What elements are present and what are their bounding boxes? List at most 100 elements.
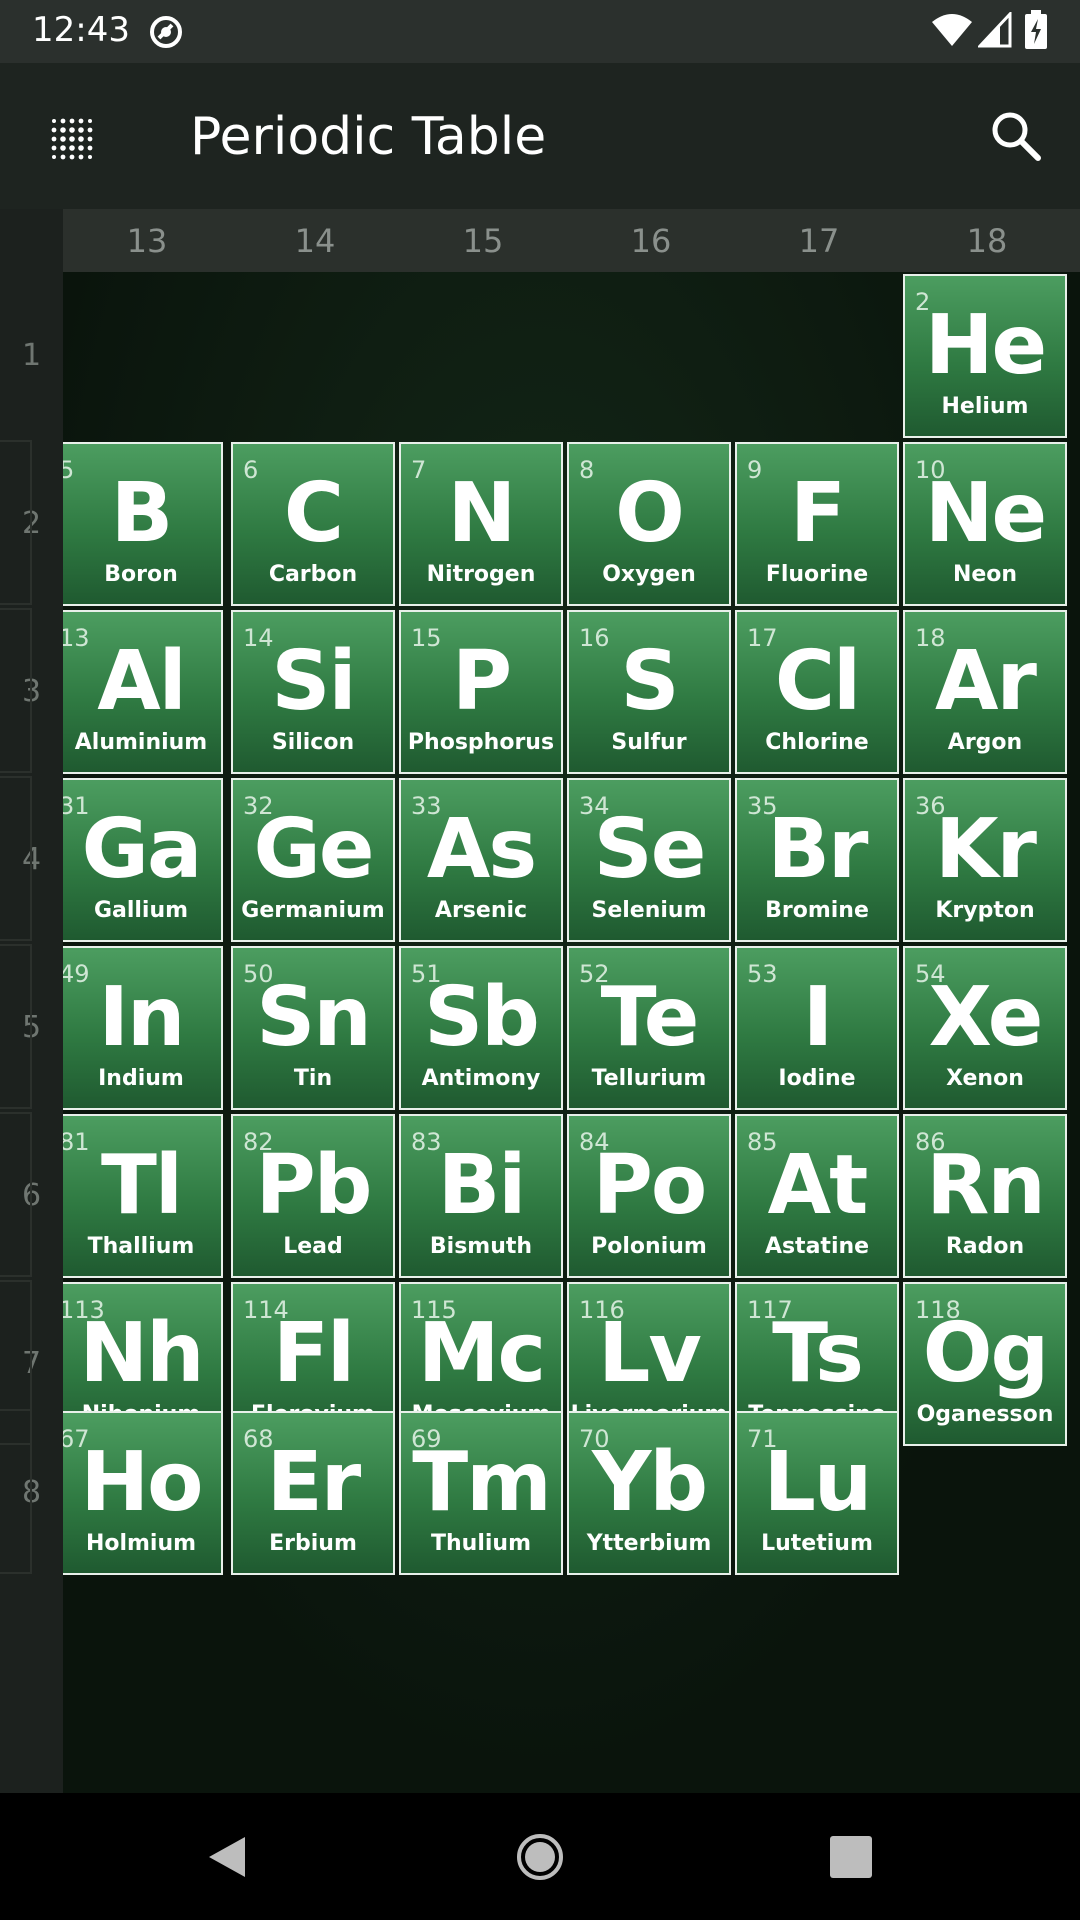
element-name: Selenium bbox=[591, 898, 707, 923]
element-symbol: C bbox=[283, 466, 344, 561]
element-symbol: Er bbox=[266, 1435, 361, 1530]
element-name: Lutetium bbox=[761, 1531, 873, 1556]
element-symbol: I bbox=[802, 970, 834, 1065]
period-strip bbox=[0, 440, 32, 605]
status-time: 12:43 bbox=[32, 10, 130, 50]
element-tile-nitrogen[interactable]: 7 N Nitrogen bbox=[399, 442, 563, 606]
element-name: Argon bbox=[947, 730, 1023, 755]
element-tile-radon[interactable]: 86 Rn Radon bbox=[903, 1114, 1067, 1278]
element-tile-arsenic[interactable]: 33 As Arsenic bbox=[399, 778, 563, 942]
element-symbol: Se bbox=[593, 802, 707, 897]
element-symbol: Fl bbox=[272, 1306, 355, 1401]
element-tile-tellurium[interactable]: 52 Te Tellurium bbox=[567, 946, 731, 1110]
element-name: Krypton bbox=[935, 898, 1035, 923]
navigation-bar bbox=[0, 1793, 1080, 1920]
element-name: Holmium bbox=[85, 1531, 197, 1556]
element-tile-krypton[interactable]: 36 Kr Krypton bbox=[903, 778, 1067, 942]
element-tile-germanium[interactable]: 32 Ge Germanium bbox=[231, 778, 395, 942]
element-tile-fluorine[interactable]: 9 F Fluorine bbox=[735, 442, 899, 606]
wifi-icon bbox=[932, 14, 972, 46]
element-name: Gallium bbox=[93, 898, 189, 923]
element-tile-holmium[interactable]: 67 Ho Holmium bbox=[59, 1411, 223, 1575]
group-label: 18 bbox=[966, 222, 1008, 260]
period-label: 1 bbox=[21, 338, 42, 373]
element-symbol: Ga bbox=[81, 802, 203, 897]
element-symbol: Sb bbox=[424, 970, 540, 1065]
element-tile-aluminium[interactable]: 13 Al Aluminium bbox=[59, 610, 223, 774]
sync-icon bbox=[150, 16, 182, 48]
element-name: Neon bbox=[952, 562, 1018, 587]
element-tile-bismuth[interactable]: 83 Bi Bismuth bbox=[399, 1114, 563, 1278]
element-name: Lead bbox=[283, 1234, 343, 1259]
element-symbol: F bbox=[789, 466, 846, 561]
element-tile-chlorine[interactable]: 17 Cl Chlorine bbox=[735, 610, 899, 774]
element-tile-boron[interactable]: 5 B Boron bbox=[59, 442, 223, 606]
element-tile-thallium[interactable]: 81 Tl Thallium bbox=[59, 1114, 223, 1278]
element-symbol: Kr bbox=[935, 802, 1037, 897]
element-tile-lead[interactable]: 82 Pb Lead bbox=[231, 1114, 395, 1278]
element-name: Indium bbox=[98, 1066, 184, 1091]
element-tile-gallium[interactable]: 31 Ga Gallium bbox=[59, 778, 223, 942]
element-symbol: O bbox=[615, 466, 685, 561]
element-name: Thulium bbox=[431, 1531, 531, 1556]
grid-menu-icon[interactable] bbox=[44, 111, 100, 167]
battery-charging-icon bbox=[1025, 10, 1047, 49]
group-label: 15 bbox=[462, 222, 504, 260]
home-icon[interactable] bbox=[516, 1833, 564, 1881]
element-tile-bromine[interactable]: 35 Br Bromine bbox=[735, 778, 899, 942]
element-tile-sulfur[interactable]: 16 S Sulfur bbox=[567, 610, 731, 774]
group-label: 17 bbox=[798, 222, 840, 260]
element-tile-selenium[interactable]: 34 Se Selenium bbox=[567, 778, 731, 942]
element-name: Tin bbox=[293, 1066, 333, 1091]
element-tile-astatine[interactable]: 85 At Astatine bbox=[735, 1114, 899, 1278]
element-symbol: B bbox=[110, 466, 174, 561]
signal-icon bbox=[978, 12, 1012, 48]
element-symbol: N bbox=[447, 466, 517, 561]
status-bar: 12:43 bbox=[0, 0, 1080, 63]
group-header: 13 14 15 16 17 18 bbox=[63, 209, 1080, 272]
element-symbol: Ts bbox=[772, 1306, 864, 1401]
element-tile-polonium[interactable]: 84 Po Polonium bbox=[567, 1114, 731, 1278]
element-name: Antimony bbox=[421, 1066, 541, 1091]
element-symbol: Mc bbox=[417, 1306, 546, 1401]
element-tile-erbium[interactable]: 68 Er Erbium bbox=[231, 1411, 395, 1575]
app-title: Periodic Table bbox=[190, 107, 547, 167]
element-tile-iodine[interactable]: 53 I Iodine bbox=[735, 946, 899, 1110]
element-name: Astatine bbox=[764, 1234, 870, 1259]
element-symbol: Si bbox=[271, 634, 356, 729]
element-symbol: Nh bbox=[79, 1306, 204, 1401]
search-icon[interactable] bbox=[988, 108, 1044, 164]
period-strip bbox=[0, 1112, 32, 1277]
back-icon[interactable] bbox=[205, 1833, 249, 1881]
element-tile-oxygen[interactable]: 8 O Oxygen bbox=[567, 442, 731, 606]
element-tile-tin[interactable]: 50 Sn Tin bbox=[231, 946, 395, 1110]
element-tile-antimony[interactable]: 51 Sb Antimony bbox=[399, 946, 563, 1110]
element-symbol: Te bbox=[600, 970, 700, 1065]
element-tile-ytterbium[interactable]: 70 Yb Ytterbium bbox=[567, 1411, 731, 1575]
element-name: Ytterbium bbox=[586, 1531, 712, 1556]
element-symbol: He bbox=[924, 298, 1047, 393]
element-name: Helium bbox=[941, 394, 1029, 419]
periodic-table-view[interactable]: 12345678 13 14 15 16 17 18 2 He Helium 5 B Boron 6 C… bbox=[0, 209, 1080, 1793]
element-tile-helium[interactable]: 2 He Helium bbox=[903, 274, 1067, 438]
element-tile-xenon[interactable]: 54 Xe Xenon bbox=[903, 946, 1067, 1110]
element-tile-argon[interactable]: 18 Ar Argon bbox=[903, 610, 1067, 774]
element-tile-lutetium[interactable]: 71 Lu Lutetium bbox=[735, 1411, 899, 1575]
element-symbol: Lu bbox=[763, 1435, 873, 1530]
element-symbol: Bi bbox=[437, 1138, 527, 1233]
element-tile-oganesson[interactable]: 118 Og Oganesson bbox=[903, 1282, 1067, 1446]
recents-icon[interactable] bbox=[830, 1836, 872, 1878]
element-name: Thallium bbox=[87, 1234, 195, 1259]
element-symbol: Rn bbox=[926, 1138, 1046, 1233]
element-tile-silicon[interactable]: 14 Si Silicon bbox=[231, 610, 395, 774]
element-name: Xenon bbox=[946, 1066, 1024, 1091]
element-name: Aluminium bbox=[74, 730, 208, 755]
element-tile-phosphorus[interactable]: 15 P Phosphorus bbox=[399, 610, 563, 774]
element-tile-carbon[interactable]: 6 C Carbon bbox=[231, 442, 395, 606]
element-tile-thulium[interactable]: 69 Tm Thulium bbox=[399, 1411, 563, 1575]
element-name: Bismuth bbox=[429, 1234, 533, 1259]
element-symbol: Ge bbox=[253, 802, 375, 897]
period-strip bbox=[0, 776, 32, 941]
element-tile-neon[interactable]: 10 Ne Neon bbox=[903, 442, 1067, 606]
element-tile-indium[interactable]: 49 In Indium bbox=[59, 946, 223, 1110]
